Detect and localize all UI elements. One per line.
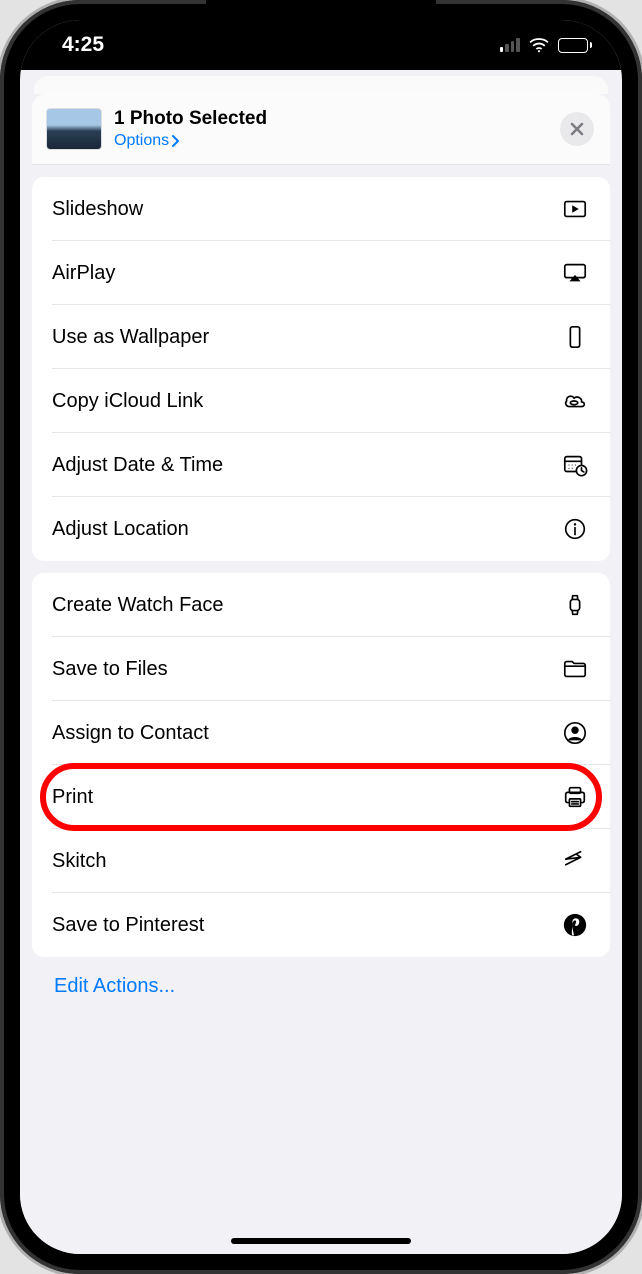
action-label: Save to Pinterest (52, 914, 560, 937)
action-label: Slideshow (52, 198, 560, 221)
action-label: Adjust Location (52, 518, 560, 541)
action-group: Create Watch Face Save to Files Assign to … (32, 573, 610, 957)
contact-icon (560, 718, 590, 748)
cloud-link-icon (560, 386, 590, 416)
action-row-wallpaper[interactable]: Use as Wallpaper (32, 305, 610, 369)
close-button[interactable] (560, 112, 594, 146)
printer-icon (560, 782, 590, 812)
device-notch (206, 0, 436, 34)
action-label: Save to Files (52, 658, 560, 681)
share-sheet-header: 1 Photo Selected Options (32, 94, 610, 165)
action-label: Assign to Contact (52, 722, 560, 745)
action-row-watch-face[interactable]: Create Watch Face (32, 573, 610, 637)
action-row-copy-icloud[interactable]: Copy iCloud Link (32, 369, 610, 433)
wifi-icon (528, 37, 550, 53)
background-card (34, 76, 608, 94)
calendar-clock-icon (560, 450, 590, 480)
cellular-signal-icon (500, 38, 520, 52)
chevron-right-icon (171, 135, 181, 147)
options-link[interactable]: Options (114, 132, 181, 150)
pinterest-icon (560, 910, 590, 940)
selection-title: 1 Photo Selected (114, 108, 560, 130)
folder-icon (560, 654, 590, 684)
skitch-icon (560, 846, 590, 876)
action-row-save-files[interactable]: Save to Files (32, 637, 610, 701)
play-rect-icon (560, 194, 590, 224)
info-icon (560, 514, 590, 544)
phone-icon (560, 322, 590, 352)
edit-actions-link[interactable]: Edit Actions... (32, 957, 610, 1008)
action-label: Copy iCloud Link (52, 390, 560, 413)
action-row-airplay[interactable]: AirPlay (32, 241, 610, 305)
action-group: Slideshow AirPlay Use as Wallpaper Copy iCl… (32, 177, 610, 561)
action-label: Print (52, 786, 560, 809)
status-time: 4:25 (62, 33, 104, 57)
action-row-print[interactable]: Print (32, 765, 610, 829)
action-row-assign-contact[interactable]: Assign to Contact (32, 701, 610, 765)
action-row-pinterest[interactable]: Save to Pinterest (32, 893, 610, 957)
watch-icon (560, 590, 590, 620)
home-indicator[interactable] (231, 1238, 411, 1244)
close-icon (569, 121, 585, 137)
battery-icon (558, 38, 593, 53)
action-label: Use as Wallpaper (52, 326, 560, 349)
photo-thumbnail (46, 108, 102, 150)
action-row-skitch[interactable]: Skitch (32, 829, 610, 893)
airplay-icon (560, 258, 590, 288)
action-row-slideshow[interactable]: Slideshow (32, 177, 610, 241)
action-label: Skitch (52, 850, 560, 873)
action-label: AirPlay (52, 262, 560, 285)
action-row-adjust-location[interactable]: Adjust Location (32, 497, 610, 561)
action-label: Create Watch Face (52, 594, 560, 617)
action-row-adjust-date[interactable]: Adjust Date & Time (32, 433, 610, 497)
action-label: Adjust Date & Time (52, 454, 560, 477)
